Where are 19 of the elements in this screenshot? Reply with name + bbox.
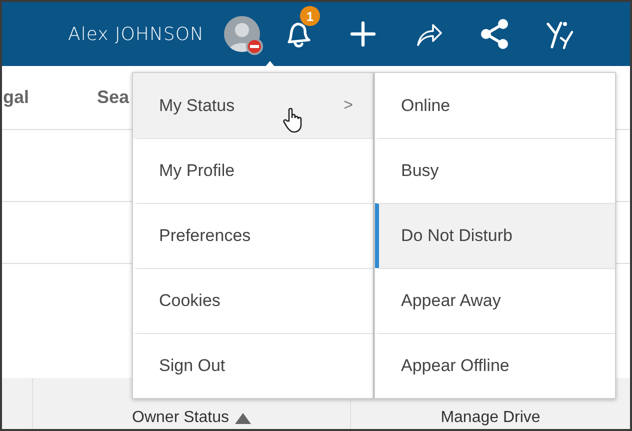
notification-count: 1 (300, 6, 320, 26)
user-name[interactable]: Alex JOHNSON (68, 24, 204, 44)
tab[interactable]: Sea (97, 87, 130, 108)
menu-item[interactable]: Preferences (133, 203, 373, 268)
status-option[interactable]: Appear Away (375, 268, 615, 333)
column-header[interactable]: Owner Status (132, 409, 251, 427)
submenu-arrow: > (344, 96, 353, 114)
status-option[interactable]: Busy (375, 138, 615, 203)
column-header[interactable]: Manage Drive (440, 409, 540, 427)
status-option[interactable]: Appear Offline (375, 333, 615, 398)
menu-item[interactable]: My Status > (133, 73, 373, 138)
menu-item[interactable]: My Profile (133, 138, 373, 203)
menu-item[interactable]: Sign Out (133, 333, 373, 398)
menu-item[interactable]: Cookies (133, 268, 373, 333)
avatar[interactable] (224, 16, 260, 52)
status-option[interactable]: Online (375, 73, 615, 138)
tab[interactable]: gal (3, 87, 30, 108)
share-icon[interactable] (478, 18, 511, 50)
status-option[interactable]: Do Not Disturb (375, 203, 615, 268)
